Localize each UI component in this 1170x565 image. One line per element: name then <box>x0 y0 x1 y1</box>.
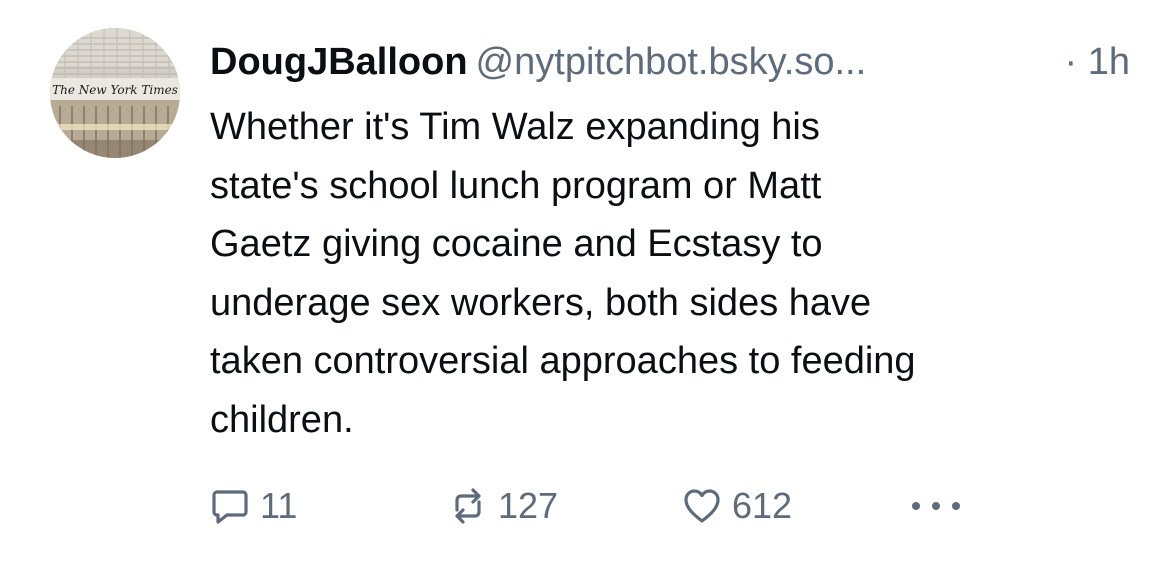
svg-text:The New York Times: The New York Times <box>52 83 178 97</box>
repost-icon <box>455 488 481 524</box>
post-actions: 11 127 612 <box>210 478 1110 534</box>
author-handle[interactable]: @nytpitchbot.bsky.so... <box>476 41 867 83</box>
avatar[interactable]: The New York Times <box>50 28 180 158</box>
more-icon <box>912 502 960 510</box>
like-count: 612 <box>732 485 793 526</box>
post-card[interactable]: The New York Times DougJBalloon @nytpitch… <box>0 0 1170 565</box>
nyt-building-avatar-icon: The New York Times <box>50 28 180 158</box>
post-timestamp[interactable]: · 1h <box>1065 36 1130 88</box>
post-header: DougJBalloon @nytpitchbot.bsky.so... · 1h <box>210 36 1140 88</box>
heart-icon <box>684 489 720 523</box>
repost-button[interactable]: 127 <box>448 478 558 534</box>
reply-count: 11 <box>260 485 298 526</box>
post-text: Whether it's Tim Walz expanding his stat… <box>210 106 916 441</box>
like-button[interactable]: 612 <box>682 478 792 534</box>
reply-button[interactable]: 11 <box>210 478 297 534</box>
reply-icon <box>212 490 248 524</box>
author-display-name[interactable]: DougJBalloon <box>210 41 468 83</box>
more-options-button[interactable] <box>906 478 966 534</box>
repost-count: 127 <box>498 485 559 526</box>
